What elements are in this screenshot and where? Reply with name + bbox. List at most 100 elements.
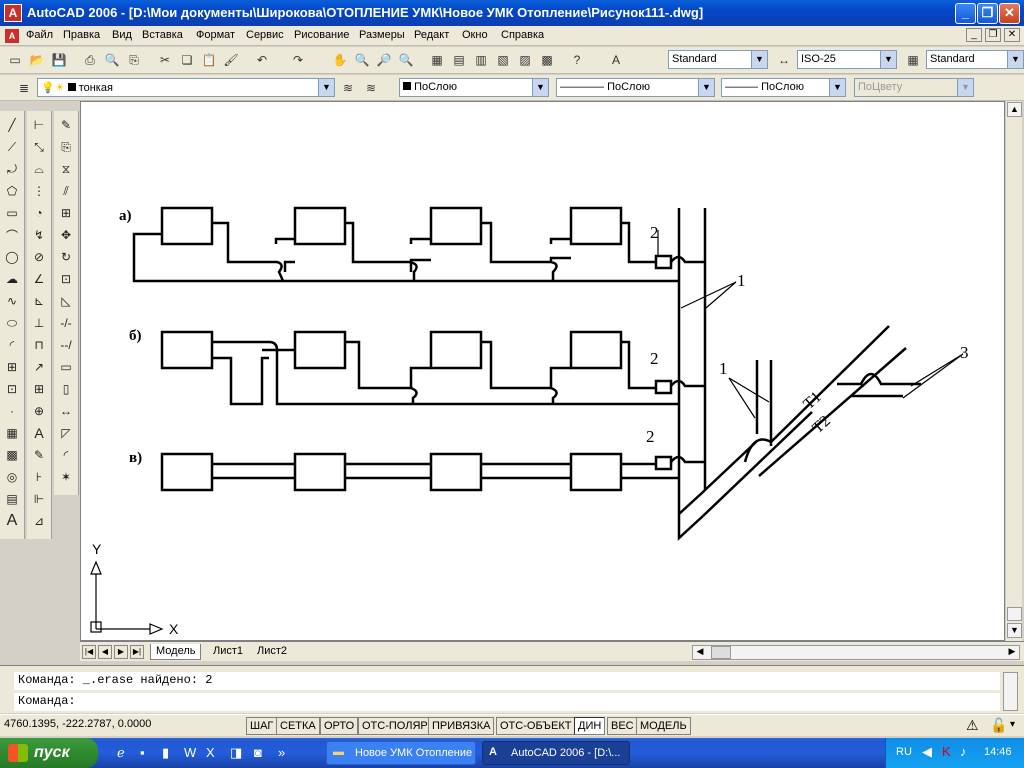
antivirus-icon[interactable]: K	[942, 744, 951, 759]
layer-manager-icon[interactable]: ≣	[14, 78, 34, 98]
continue-icon[interactable]: ⊓	[28, 334, 50, 356]
lineweight-select[interactable]: ——— ПоСлою ▼	[721, 78, 846, 97]
tolerance-icon[interactable]: ⊞	[28, 378, 50, 400]
status-menu-icon[interactable]: ▾	[1010, 719, 1015, 730]
table-style-select[interactable]: Standard ▼	[926, 50, 1024, 69]
fillet-icon[interactable]: ◜	[55, 444, 77, 466]
menu-dimension[interactable]: Размеры	[359, 29, 405, 41]
break-at-point-icon[interactable]: ▭	[55, 356, 77, 378]
move-icon[interactable]: ✥	[55, 224, 77, 246]
erase-icon[interactable]: ✎	[55, 114, 77, 136]
copy-icon[interactable]: ❏	[177, 50, 197, 70]
ordinate-icon[interactable]: ⋮	[28, 180, 50, 202]
ortho-toggle[interactable]: ОРТО	[320, 717, 359, 735]
circle-icon[interactable]: ◯	[1, 246, 23, 268]
angular-icon[interactable]: ∠	[28, 268, 50, 290]
stretch-icon[interactable]: ◺	[55, 290, 77, 312]
command-scrollbar[interactable]	[1003, 672, 1018, 711]
dim-style-select[interactable]: ISO-25 ▼	[797, 50, 897, 69]
vertical-scrollbar[interactable]: ▲ ▼	[1005, 101, 1022, 641]
drawing-area[interactable]: а) б) в) 2 2 2 1 1 3 Т1 Т2 Y X	[80, 101, 1005, 641]
quicklaunch-save-icon[interactable]: ▪	[140, 745, 145, 760]
quicklaunch-excel-icon[interactable]: X	[206, 745, 215, 760]
prev-tab-icon[interactable]: ◀	[98, 645, 112, 659]
polyline-icon[interactable]: ⤾	[1, 158, 23, 180]
mirror-icon[interactable]: ⧖	[55, 158, 77, 180]
autocad-app-icon[interactable]: A	[4, 4, 22, 22]
menu-format[interactable]: Формат	[196, 29, 235, 41]
ellipse-arc-icon[interactable]: ◜	[1, 334, 23, 356]
dim-update-icon[interactable]: ⊦	[28, 466, 50, 488]
menu-tools[interactable]: Сервис	[246, 29, 284, 41]
new-icon[interactable]: ▭	[5, 50, 25, 70]
make-current-layer-icon[interactable]: ≋	[338, 78, 358, 98]
menu-edit[interactable]: Правка	[63, 29, 100, 41]
osnap-toggle[interactable]: ПРИВЯЗКА	[428, 717, 495, 735]
properties-icon[interactable]: ▦	[427, 50, 447, 70]
next-tab-icon[interactable]: ▶	[114, 645, 128, 659]
dim-style-icon[interactable]: ⊩	[28, 488, 50, 510]
undo-icon[interactable]: ↶	[252, 50, 272, 70]
tab-layout1[interactable]: Лист1	[208, 644, 248, 660]
match-properties-icon[interactable]: 🖌	[221, 50, 241, 70]
publish-icon[interactable]: ⎘	[124, 50, 144, 70]
first-tab-icon[interactable]: |◀	[82, 645, 96, 659]
diameter-icon[interactable]: ⊘	[28, 246, 50, 268]
text-style-select[interactable]: Standard ▼	[668, 50, 768, 69]
quicklaunch-ie-icon[interactable]: ℯ	[117, 745, 125, 761]
arc-length-icon[interactable]: ⌓	[28, 158, 50, 180]
dim-override-icon[interactable]: ⊿	[28, 510, 50, 532]
chamfer-icon[interactable]: ◸	[55, 422, 77, 444]
dyn-toggle[interactable]: ДИН	[574, 717, 606, 735]
print-icon[interactable]: ⎙	[80, 50, 100, 70]
hatch-icon[interactable]: ▦	[1, 422, 23, 444]
scroll-right-button[interactable]: ▶	[1005, 646, 1019, 659]
dim-text-edit-icon[interactable]: ✎	[28, 444, 50, 466]
doc-close-button[interactable]: ✕	[1004, 28, 1020, 42]
extend-icon[interactable]: --/	[55, 334, 77, 356]
copy-object-icon[interactable]: ⎘	[55, 136, 77, 158]
dim-edit-icon[interactable]: A	[28, 422, 50, 444]
tray-arrow-icon[interactable]: ◀	[922, 744, 932, 760]
command-input[interactable]: Команда:	[14, 693, 1000, 711]
table-icon[interactable]: ▤	[1, 488, 23, 510]
polygon-icon[interactable]: ⬠	[1, 180, 23, 202]
spline-icon[interactable]: ∿	[1, 290, 23, 312]
menu-view[interactable]: Вид	[112, 29, 132, 41]
menu-insert[interactable]: Вставка	[142, 29, 183, 41]
quicklaunch-word-icon[interactable]: W	[184, 745, 196, 760]
menu-file[interactable]: Файл	[26, 29, 53, 41]
quicklaunch-ppt-icon[interactable]: ◙	[254, 745, 262, 760]
jogged-icon[interactable]: ↯	[28, 224, 50, 246]
design-center-icon[interactable]: ▤	[449, 50, 469, 70]
break-icon[interactable]: ▯	[55, 378, 77, 400]
zoom-previous-icon[interactable]: 🔍	[396, 50, 416, 70]
tool-palettes-icon[interactable]: ▥	[471, 50, 491, 70]
line-icon[interactable]: ╱	[1, 114, 23, 136]
start-button[interactable]: пуск	[0, 738, 98, 768]
menu-modify[interactable]: Редакт	[414, 29, 449, 41]
arc-icon[interactable]: ⌒	[1, 224, 23, 246]
model-toggle[interactable]: МОДЕЛЬ	[636, 717, 691, 735]
array-icon[interactable]: ⊞	[55, 202, 77, 224]
sheet-set-icon[interactable]: ▧	[493, 50, 513, 70]
maximize-button[interactable]: ❐	[977, 3, 998, 24]
preview-icon[interactable]: 🔍	[102, 50, 122, 70]
language-indicator[interactable]: RU	[896, 746, 912, 758]
offset-icon[interactable]: ⫽	[55, 180, 77, 202]
pan-icon[interactable]: ✋	[330, 50, 350, 70]
doc-minimize-button[interactable]: _	[966, 28, 982, 42]
last-tab-icon[interactable]: ▶|	[130, 645, 144, 659]
task-folder[interactable]: ▬ Новое УМК Отопление	[326, 741, 476, 765]
dim-style-icon[interactable]: ↔	[774, 50, 794, 70]
snap-toggle[interactable]: ШАГ	[246, 717, 278, 735]
quicklaunch-more-icon[interactable]: »	[278, 745, 285, 760]
menu-window[interactable]: Окно	[462, 29, 488, 41]
comm-center-icon[interactable]: ⚠	[966, 717, 979, 734]
minimize-button[interactable]: _	[955, 3, 976, 24]
text-style-icon[interactable]: A	[606, 50, 626, 70]
markup-icon[interactable]: ▨	[515, 50, 535, 70]
layer-previous-icon[interactable]: ≋	[361, 78, 381, 98]
redo-icon[interactable]: ↷	[288, 50, 308, 70]
lock-icon[interactable]: 🔓	[990, 717, 1007, 734]
